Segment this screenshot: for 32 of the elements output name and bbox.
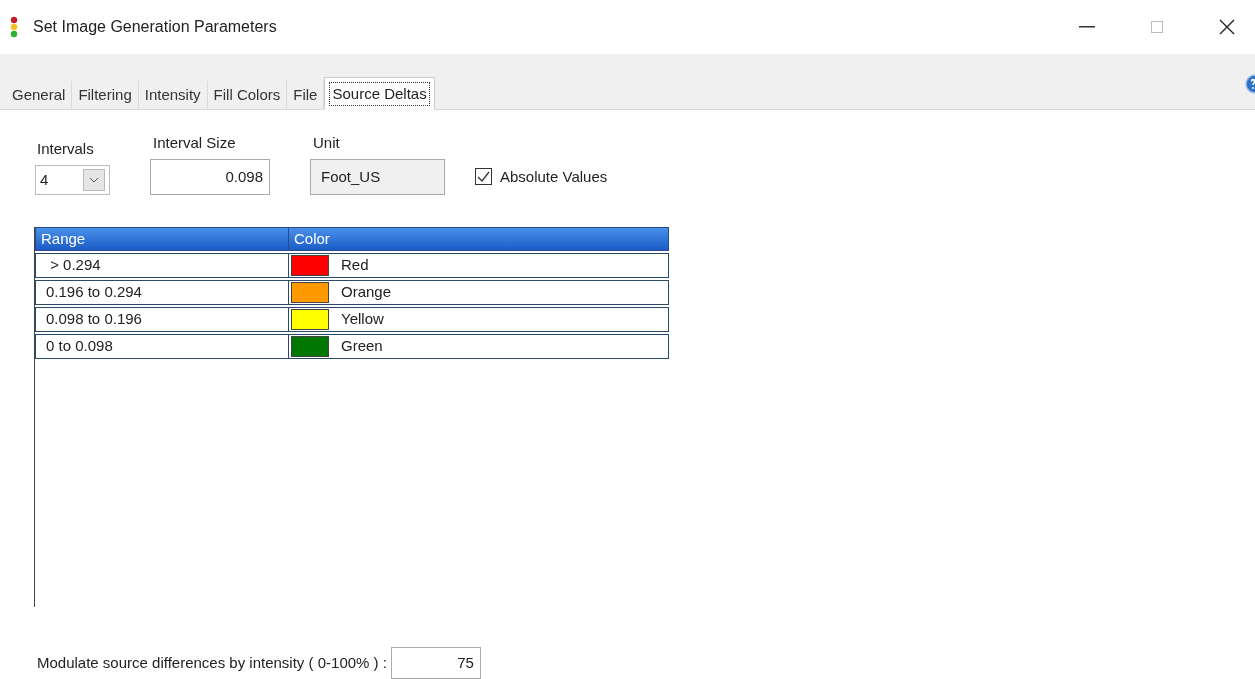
unit-label: Unit	[313, 133, 341, 154]
table-cell: 0.196 to 0.294	[36, 280, 289, 304]
intervals-dropdown[interactable]: 4	[35, 164, 110, 195]
tab[interactable]: Filtering	[72, 81, 139, 110]
close-icon	[1219, 19, 1235, 36]
traffic-light-icon	[10, 16, 18, 39]
modulate-label: Modulate source differences by intensity ( 0-100% ) :	[37, 652, 387, 673]
tab[interactable]: Fill Colors	[207, 81, 288, 110]
tab[interactable]: Source Deltas	[324, 77, 435, 111]
absolute-values-checkbox[interactable]: Absolute Values	[475, 158, 608, 195]
maximize-icon	[1151, 21, 1163, 34]
interval-size-label: Interval Size	[153, 133, 237, 154]
table-cell: 0 to 0.098	[36, 334, 289, 358]
minimize-icon	[1079, 26, 1095, 29]
chevron-down-icon	[89, 176, 99, 183]
interval-size-field[interactable]: 0.098	[150, 158, 270, 195]
table-cell: 0.098 to 0.196	[36, 307, 289, 331]
table-cell-text: Red	[341, 255, 369, 276]
table-cell-text: Yellow	[341, 309, 384, 330]
tab[interactable]: General	[6, 81, 73, 110]
intervals-label: Intervals	[37, 139, 95, 160]
table-cell-text: Orange	[341, 282, 392, 303]
check-icon	[477, 171, 490, 183]
unit-field: Foot_US	[310, 158, 445, 195]
window-title: Set Image Generation Parameters	[33, 17, 277, 38]
table-cell: > 0.294	[36, 253, 289, 277]
column-header: Color	[293, 228, 331, 249]
column-header: Range	[36, 227, 289, 250]
tab[interactable]: Intensity	[138, 81, 208, 110]
table-cell-text: Green	[341, 336, 383, 357]
modulate-field[interactable]: 75	[390, 647, 481, 679]
help-icon[interactable]	[1243, 74, 1255, 95]
